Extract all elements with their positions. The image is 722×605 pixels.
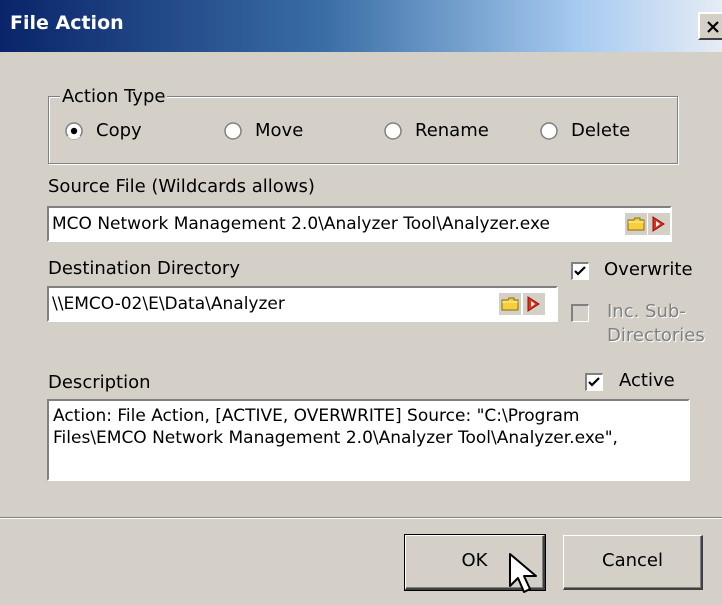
arrow-eraser-icon[interactable] <box>523 293 545 315</box>
inc-subdirectories-checkbox[interactable] <box>571 304 589 322</box>
inc-subdirectories-label-line2: Directories <box>607 325 705 346</box>
radio-rename[interactable] <box>384 122 402 140</box>
source-file-input[interactable]: MCO Network Management 2.0\Analyzer Tool… <box>47 206 672 242</box>
separator <box>0 517 722 519</box>
mouse-cursor-icon <box>509 553 537 593</box>
arrow-eraser-icon[interactable] <box>648 213 670 235</box>
radio-rename-label[interactable]: Rename <box>415 120 489 142</box>
active-label[interactable]: Active <box>619 370 675 392</box>
radio-delete-label[interactable]: Delete <box>571 120 630 142</box>
close-button[interactable] <box>698 12 722 40</box>
radio-delete[interactable] <box>540 122 558 140</box>
radio-move[interactable] <box>224 122 242 140</box>
description-label: Description <box>48 372 151 393</box>
cancel-button[interactable]: Cancel <box>563 535 703 590</box>
radio-move-label[interactable]: Move <box>255 120 303 142</box>
close-icon <box>707 21 719 33</box>
description-textarea[interactable]: Action: File Action, [ACTIVE, OVERWRITE]… <box>47 399 690 481</box>
file-action-dialog: File Action Action Type Copy Move Rename… <box>0 0 722 605</box>
destination-input[interactable]: \\EMCO-02\E\Data\Analyzer <box>47 286 558 322</box>
folder-icon[interactable] <box>625 213 647 235</box>
destination-value: \\EMCO-02\E\Data\Analyzer <box>52 294 285 314</box>
checkmark-icon <box>574 266 586 276</box>
inc-subdirectories-label-line1: Inc. Sub- <box>607 301 686 322</box>
folder-icon[interactable] <box>499 293 521 315</box>
active-checkbox[interactable] <box>585 373 603 391</box>
destination-label: Destination Directory <box>48 258 240 279</box>
overwrite-checkbox[interactable] <box>571 262 589 280</box>
cancel-button-label: Cancel <box>602 550 663 571</box>
title-bar[interactable]: File Action <box>0 0 722 52</box>
description-text: Action: File Action, [ACTIVE, OVERWRITE]… <box>53 406 618 448</box>
radio-copy-label[interactable]: Copy <box>96 120 142 142</box>
window-title: File Action <box>10 12 124 34</box>
checkmark-icon <box>588 377 600 387</box>
source-file-label: Source File (Wildcards allows) <box>48 176 315 197</box>
source-file-value: MCO Network Management 2.0\Analyzer Tool… <box>52 214 550 234</box>
action-type-label: Action Type <box>60 86 168 108</box>
overwrite-label[interactable]: Overwrite <box>604 259 693 281</box>
radio-copy[interactable] <box>65 122 83 140</box>
